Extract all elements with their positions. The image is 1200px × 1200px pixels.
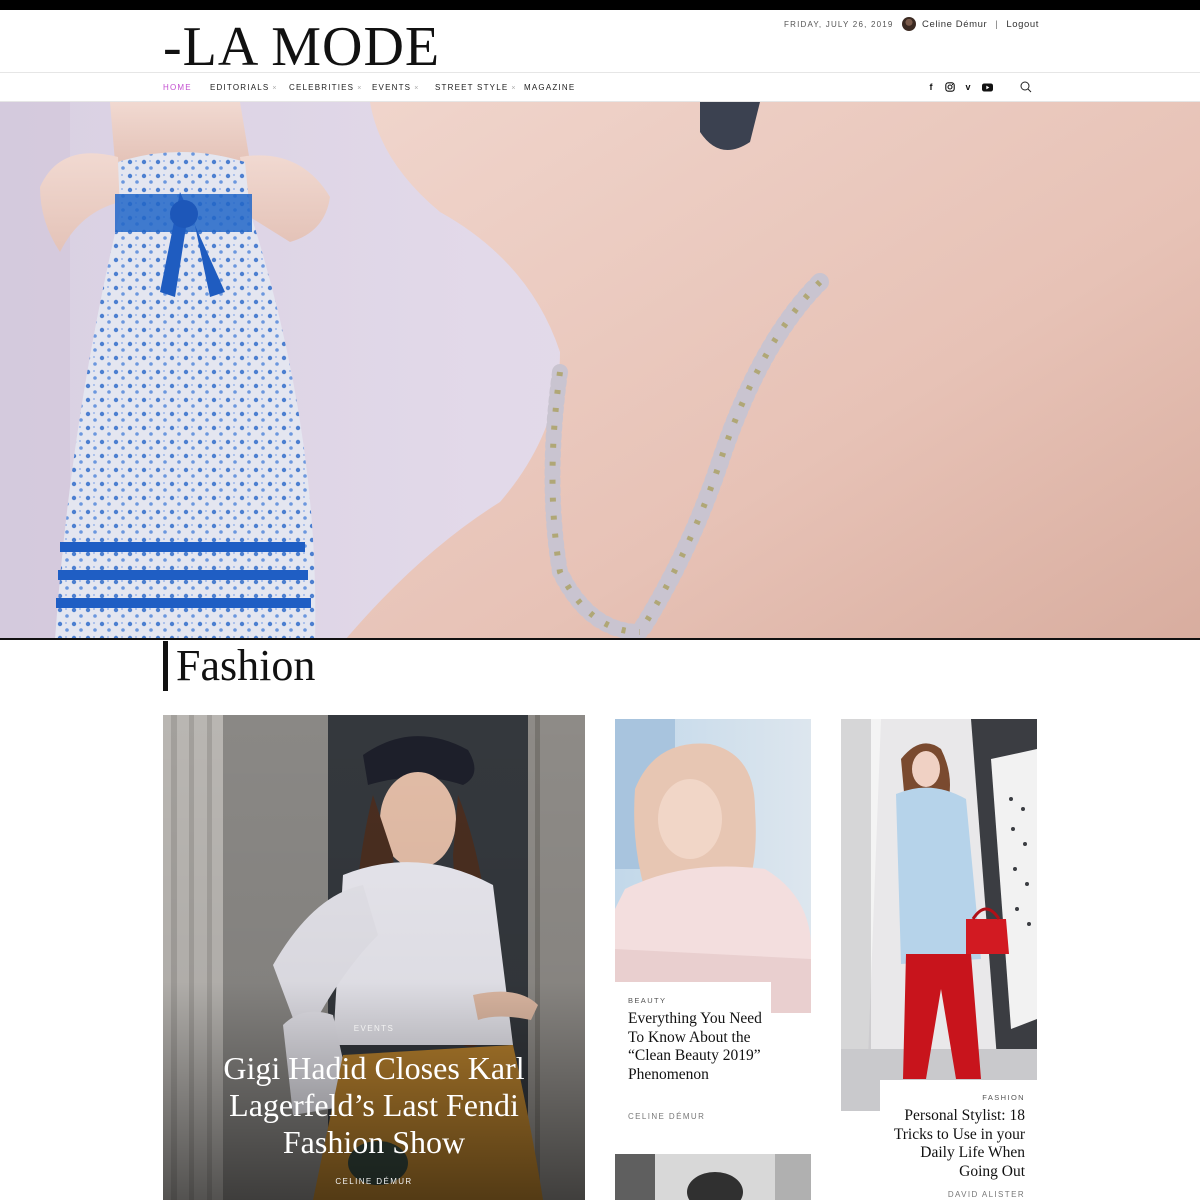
- nav-item-street-style[interactable]: STREET STYLE ×: [435, 83, 517, 92]
- section-title[interactable]: Fashion: [176, 640, 315, 692]
- youtube-icon[interactable]: [981, 81, 993, 93]
- post-title[interactable]: Gigi Hadid Closes Karl Lagerfeld’s Last …: [183, 1050, 565, 1161]
- post-author[interactable]: DAVID ALISTER: [948, 1190, 1025, 1199]
- post-card-beauty[interactable]: BEAUTY Everything You Need To Know About…: [615, 982, 771, 1121]
- submenu-icon: ×: [414, 85, 420, 92]
- top-accent-bar: [0, 0, 1200, 10]
- nav-item-events[interactable]: EVENTS ×: [372, 83, 420, 92]
- post-image[interactable]: [841, 719, 1037, 1111]
- nav-label: CELEBRITIES: [289, 83, 355, 92]
- current-date: FRIDAY, JULY 26, 2019: [784, 20, 894, 29]
- nav-label: STREET STYLE: [435, 83, 509, 92]
- post-category[interactable]: BEAUTY: [628, 996, 666, 1005]
- post-category[interactable]: EVENTS: [163, 1024, 585, 1033]
- post-author[interactable]: CELINE DÉMUR: [163, 1177, 585, 1186]
- post-author[interactable]: CELINE DÉMUR: [628, 1112, 705, 1121]
- user-menu: Celine Démur | Logout: [902, 16, 1039, 32]
- nav-item-celebrities[interactable]: CELEBRITIES ×: [289, 83, 363, 92]
- nav-label: EVENTS: [372, 83, 412, 92]
- post-card-fashion[interactable]: FASHION Personal Stylist: 18 Tricks to U…: [880, 1080, 1037, 1200]
- nav-item-home[interactable]: HOME: [163, 83, 192, 92]
- post-title[interactable]: Personal Stylist: 18 Tricks to Use in yo…: [880, 1107, 1025, 1182]
- hero-image[interactable]: [0, 102, 1200, 640]
- post-category[interactable]: FASHION: [982, 1093, 1025, 1102]
- header-separator: |: [995, 18, 999, 30]
- main-navigation: HOME EDITORIALS × CELEBRITIES × EVENTS × ST…: [0, 72, 1200, 102]
- nav-item-magazine[interactable]: MAGAZINE: [524, 83, 575, 92]
- post-title[interactable]: Everything You Need To Know About the “C…: [628, 1010, 768, 1085]
- user-name[interactable]: Celine Démur: [922, 19, 987, 30]
- featured-post-card[interactable]: EVENTS Gigi Hadid Closes Karl Lagerfeld’…: [163, 715, 585, 1200]
- submenu-icon: ×: [511, 85, 517, 92]
- nav-item-editorials[interactable]: EDITORIALS ×: [210, 83, 278, 92]
- section-accent-bar: [163, 641, 168, 691]
- post-image[interactable]: [615, 719, 811, 1013]
- nav-label: EDITORIALS: [210, 83, 270, 92]
- search-icon[interactable]: [1020, 81, 1032, 93]
- vimeo-icon[interactable]: v: [962, 81, 974, 93]
- avatar[interactable]: [902, 17, 916, 31]
- facebook-icon[interactable]: f: [925, 81, 937, 93]
- instagram-icon[interactable]: [944, 81, 956, 93]
- nav-label: HOME: [163, 83, 192, 92]
- site-header: -LA MODE FRIDAY, JULY 26, 2019 Celine Dé…: [0, 10, 1200, 76]
- site-logo[interactable]: -LA MODE: [163, 18, 440, 76]
- nav-label: MAGAZINE: [524, 83, 576, 92]
- submenu-icon: ×: [272, 85, 278, 92]
- submenu-icon: ×: [357, 85, 363, 92]
- logout-link[interactable]: Logout: [1006, 19, 1039, 30]
- post-image[interactable]: [615, 1154, 811, 1200]
- hero-illustration: [0, 102, 1200, 640]
